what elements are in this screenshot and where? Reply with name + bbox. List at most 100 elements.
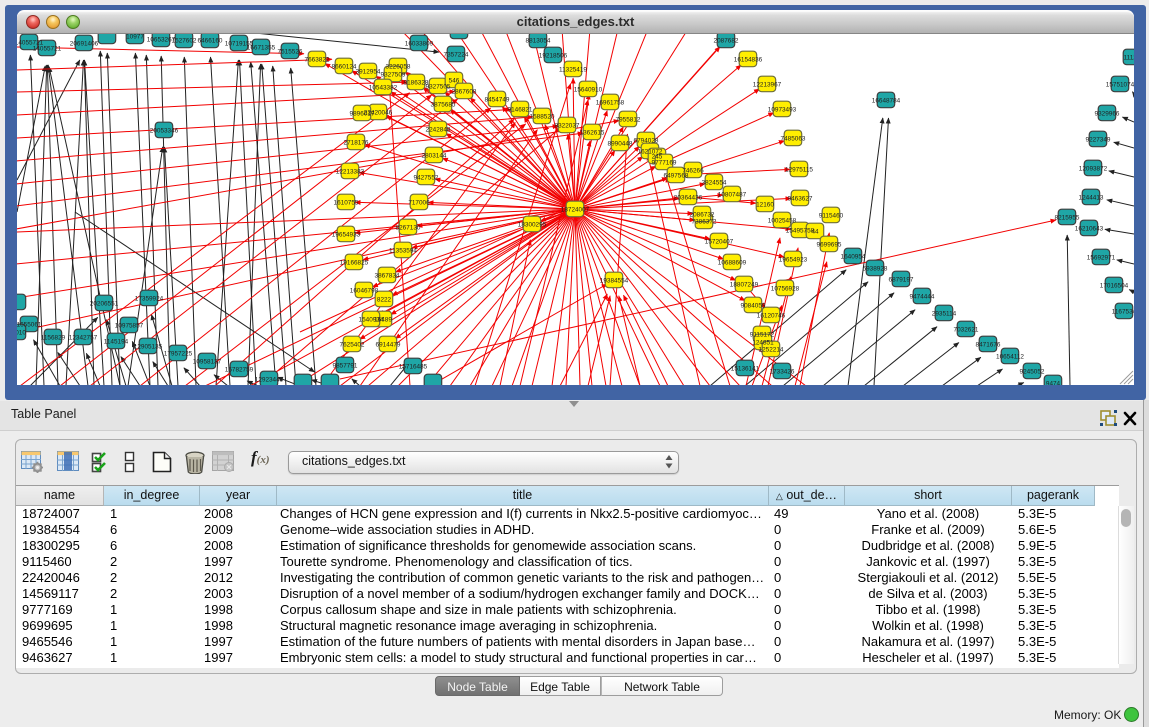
svg-text:20053346: 20053346	[150, 127, 179, 134]
svg-text:10973493: 10973493	[768, 106, 797, 113]
svg-text:17957225: 17957225	[164, 350, 193, 357]
svg-text:10688609: 10688609	[718, 259, 747, 266]
svg-text:1362615: 1362615	[580, 129, 605, 136]
svg-text:1733426: 1733426	[770, 368, 795, 375]
svg-text:2242848: 2242848	[426, 126, 451, 133]
svg-text:15716485: 15716485	[399, 363, 428, 370]
svg-text:2086732: 2086732	[690, 211, 715, 218]
svg-text:12160: 12160	[756, 201, 774, 208]
svg-text:10756928: 10756928	[771, 285, 800, 292]
svg-text:15720407: 15720407	[705, 238, 734, 245]
svg-text:1156829: 1156829	[41, 334, 66, 341]
svg-text:19654923: 19654923	[779, 256, 808, 263]
svg-text:1540934: 1540934	[359, 316, 384, 323]
svg-text:16648784: 16648784	[872, 97, 901, 104]
svg-text:9146821: 9146821	[508, 106, 533, 113]
svg-text:1167534: 1167534	[1112, 308, 1134, 315]
svg-text:1655061: 1655061	[17, 321, 42, 328]
svg-text:13010: 13010	[17, 329, 26, 336]
svg-text:8471676: 8471676	[976, 341, 1001, 348]
svg-text:546: 546	[449, 77, 460, 84]
svg-text:8813054: 8813054	[526, 37, 551, 44]
svg-text:1527602: 1527602	[172, 37, 197, 44]
svg-text:10543382: 10543382	[369, 84, 398, 91]
svg-text:3226058: 3226058	[386, 63, 411, 70]
svg-text:19218506: 19218506	[539, 52, 568, 59]
svg-text:9084059: 9084059	[741, 302, 766, 309]
svg-text:15692971: 15692971	[1087, 254, 1116, 261]
svg-text:9857791: 9857791	[333, 362, 358, 369]
svg-text:124851: 124851	[752, 339, 774, 346]
svg-text:9327505: 9327505	[426, 83, 451, 90]
svg-text:16046798: 16046798	[350, 287, 379, 294]
svg-text:6794028: 6794028	[634, 137, 659, 144]
svg-text:6914479: 6914479	[376, 341, 401, 348]
svg-text:16782759: 16782759	[225, 366, 254, 373]
svg-text:12213383: 12213383	[336, 168, 365, 175]
svg-text:9896017: 9896017	[350, 110, 375, 117]
svg-text:3867834: 3867834	[375, 272, 400, 279]
svg-text:10654112: 10654112	[996, 353, 1024, 360]
svg-text:20206551: 20206551	[90, 300, 119, 307]
svg-text:9115172: 9115172	[750, 331, 775, 338]
svg-text:6879197: 6879197	[889, 276, 914, 283]
svg-text:9115460: 9115460	[819, 212, 844, 219]
svg-text:2867608: 2867608	[452, 88, 477, 95]
svg-text:10975857: 10975857	[115, 322, 144, 329]
svg-text:9327509: 9327509	[381, 71, 406, 78]
svg-text:9427552: 9427552	[414, 174, 439, 181]
svg-text:11353594: 11353594	[389, 247, 417, 254]
svg-text:20364436: 20364436	[674, 194, 703, 201]
svg-text:2803144: 2803144	[422, 152, 447, 159]
svg-text:9329966: 9329966	[1095, 110, 1120, 117]
svg-text:3824554: 3824554	[702, 179, 727, 186]
svg-text:2718176: 2718176	[344, 139, 369, 146]
svg-text:8215955: 8215955	[1055, 214, 1080, 221]
svg-text:9699695: 9699695	[817, 241, 842, 248]
svg-text:9245052: 9245052	[1020, 368, 1045, 375]
svg-text:1145194: 1145194	[104, 338, 129, 345]
svg-text:8454749: 8454749	[485, 96, 510, 103]
svg-text:7386372: 7386372	[692, 218, 717, 225]
svg-text:8990448: 8990448	[608, 140, 633, 147]
svg-text:17016504: 17016504	[1100, 282, 1129, 289]
svg-text:12905135: 12905135	[134, 343, 163, 350]
svg-text:1640954: 1640954	[841, 253, 866, 260]
svg-text:7032621: 7032621	[954, 326, 979, 333]
svg-text:19166825: 19166825	[340, 259, 369, 266]
svg-text:6466160: 6466160	[198, 37, 223, 44]
svg-text:1244413: 1244413	[1079, 194, 1104, 201]
svg-text:12923448: 12923448	[255, 376, 284, 383]
svg-text:7625402: 7625402	[340, 341, 365, 348]
svg-text:10025458: 10025458	[768, 217, 797, 224]
svg-text:19384554: 19384554	[600, 277, 629, 284]
svg-text:17359924: 17359924	[135, 295, 164, 302]
svg-text:8222: 8222	[377, 296, 392, 303]
svg-text:12093872: 12093872	[1079, 165, 1108, 172]
svg-text:9474444: 9474444	[910, 293, 935, 300]
svg-text:16154836: 16154836	[734, 56, 763, 63]
svg-text:10977: 10977	[126, 34, 144, 40]
svg-text:3875685: 3875685	[431, 101, 456, 108]
svg-text:9463627: 9463627	[788, 195, 813, 202]
svg-text:3912954: 3912954	[356, 68, 381, 75]
svg-text:11124: 11124	[1124, 54, 1134, 61]
svg-text:1252214: 1252214	[759, 346, 784, 353]
svg-text:18807249: 18807249	[730, 281, 759, 288]
svg-text:16120746: 16120746	[757, 312, 786, 319]
svg-text:44: 44	[811, 228, 819, 235]
svg-text:16961758: 16961758	[596, 99, 625, 106]
svg-text:18724007: 18724007	[561, 206, 590, 213]
svg-text:10807487: 10807487	[718, 191, 747, 198]
svg-text:14055721: 14055721	[33, 45, 62, 52]
svg-text:7955812: 7955812	[616, 116, 641, 123]
svg-text:18300295: 18300295	[518, 221, 547, 228]
svg-text:8322037: 8322037	[555, 122, 580, 129]
svg-text:10958137: 10958137	[193, 358, 222, 365]
svg-text:7357224: 7357224	[444, 51, 469, 58]
svg-text:9474: 9474	[1046, 380, 1061, 385]
svg-text:5938928: 5938928	[863, 265, 888, 272]
svg-text:15640910: 15640910	[574, 86, 603, 93]
svg-text:12213967: 12213967	[753, 81, 782, 88]
svg-text:12975115: 12975115	[785, 166, 813, 173]
